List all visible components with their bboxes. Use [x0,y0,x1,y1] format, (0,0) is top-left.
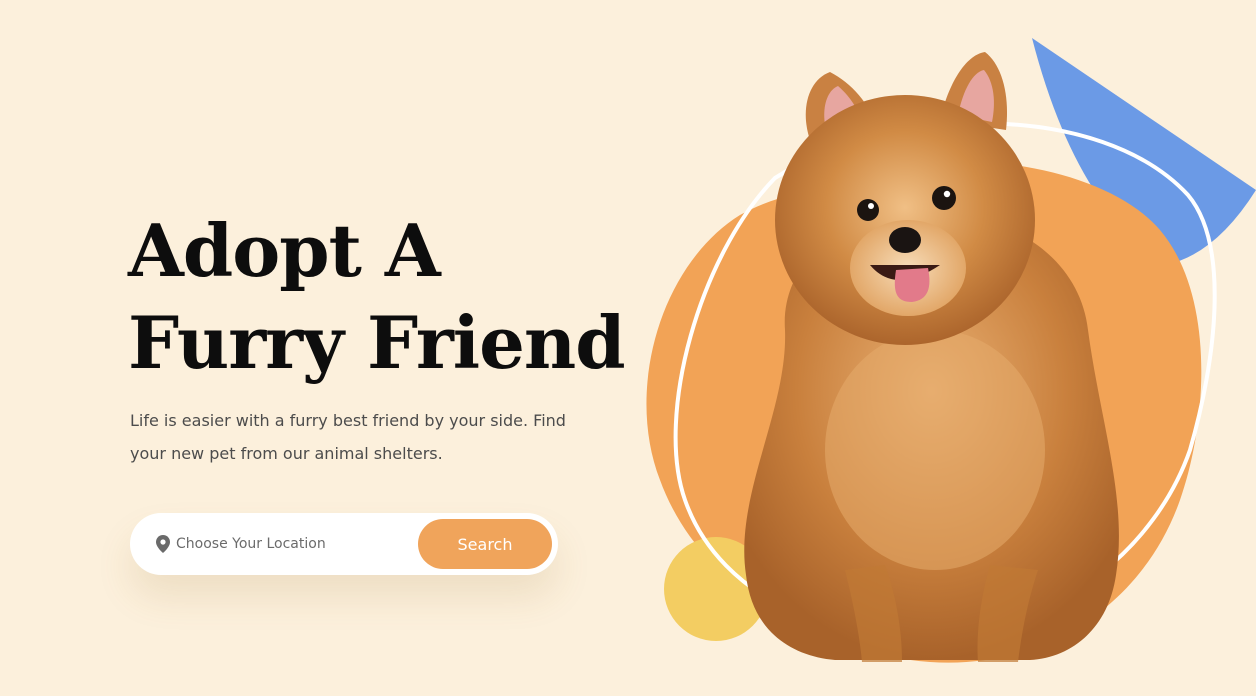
hero-description: Life is easier with a furry best friend … [130,411,566,463]
hero-title: Adopt A Furry Friend [128,205,626,389]
dog-photo [744,52,1119,662]
map-pin-icon [156,535,170,553]
search-button[interactable]: Search [418,519,552,569]
hero-title-line-1: Adopt A [128,208,441,293]
location-input[interactable] [176,527,406,561]
location-search-bar: Search [130,513,558,575]
hero-title-line-2: Furry Friend [128,300,626,385]
hero-illustration [646,38,1256,663]
